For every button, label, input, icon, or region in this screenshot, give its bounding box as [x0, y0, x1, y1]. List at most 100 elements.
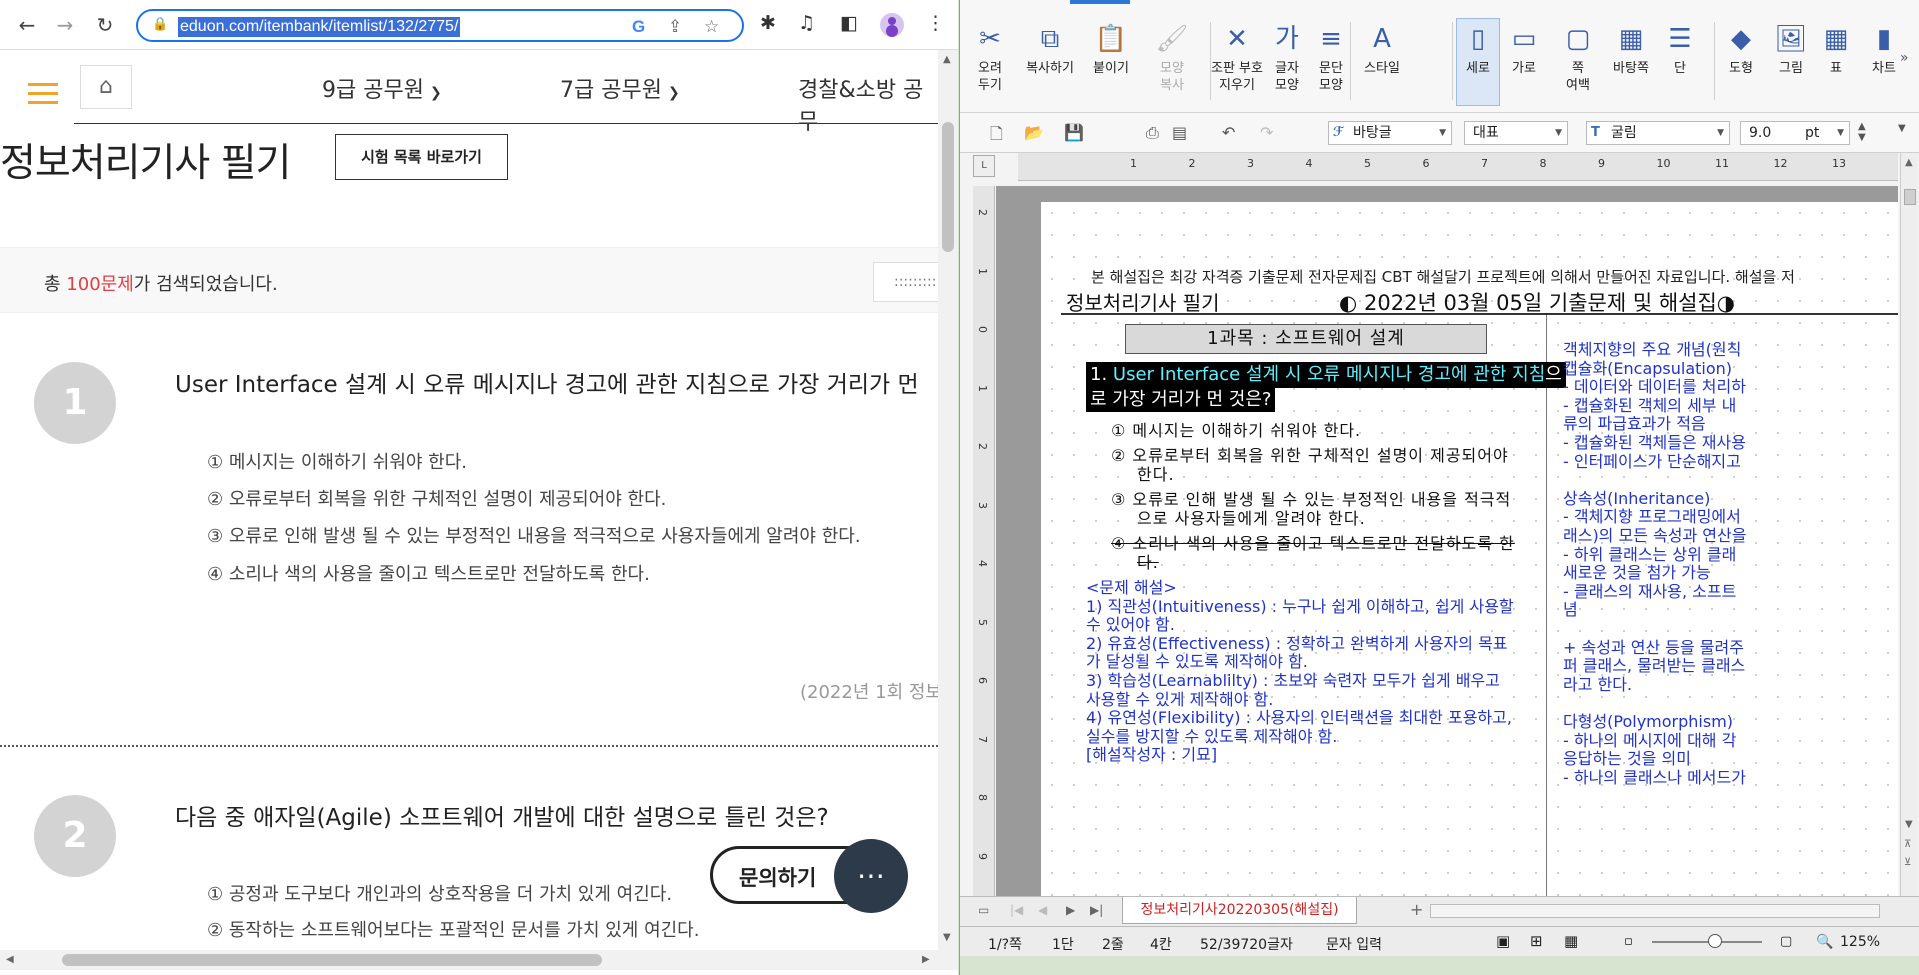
print-icon[interactable]: ⎙ [1146, 123, 1159, 143]
tab-last-icon[interactable]: ▶| [1090, 903, 1103, 917]
option-item[interactable]: ① 공정과 도구보다 개인과의 상호작용을 더 가치 있게 여긴다. [207, 880, 672, 906]
preview-icon[interactable]: ▤ [1172, 123, 1187, 142]
size-spin-icon[interactable]: ▲ ▼ [1858, 121, 1866, 143]
nav-menu-police-fire[interactable]: 경찰&소방 공무 [798, 72, 938, 136]
side-panel-icon[interactable]: ◧ [840, 12, 858, 34]
hamburger-menu-icon[interactable] [28, 83, 58, 105]
media-control-icon[interactable]: ♫ [798, 12, 815, 34]
redo-icon[interactable]: ↷ [1260, 123, 1273, 142]
style-combo[interactable]: ℱ 바탕글 ▼ [1328, 121, 1452, 145]
option-item[interactable]: ③ 오류로 인해 발생 될 수 있는 부정적인 내용을 적극적으로 사용자들에게… [207, 522, 861, 548]
ribbon-button[interactable]: ✂ 오려 두기 [966, 22, 1014, 94]
ribbon-button[interactable]: ▭ 가로 [1502, 22, 1546, 77]
option-item[interactable]: ② 동작하는 소프트웨어보다는 포괄적인 문서를 가치 있게 여긴다. [207, 916, 699, 942]
zoom-slider[interactable] [1652, 941, 1762, 943]
share-icon[interactable]: ⇪ [668, 17, 682, 37]
dropdown-arrow-icon: ▼ [1555, 128, 1562, 138]
scroll-up-icon[interactable]: ▲ [943, 54, 951, 65]
tab-first-icon[interactable]: |◀ [1010, 903, 1023, 917]
ribbon-button[interactable]: ▦ 표 [1816, 22, 1856, 77]
zoom-slider-knob[interactable] [1708, 934, 1722, 948]
option-item[interactable]: ① 메시지는 이해하기 쉬워야 한다. [207, 448, 467, 474]
ribbon-button[interactable]: A 스타일 [1354, 22, 1410, 77]
scrollbar-thumb[interactable] [1904, 189, 1916, 205]
tab-next-icon[interactable]: ▶ [1066, 903, 1075, 917]
address-bar[interactable]: 🔒 eduon.com/itembank/itemlist/132/2775/ … [136, 9, 744, 42]
ribbon-button[interactable]: ▢ 쪽 여백 [1552, 22, 1604, 94]
google-lens-icon[interactable]: G [632, 17, 645, 37]
status-page[interactable]: 1/?쪽 [988, 934, 1022, 954]
zoom-in-icon[interactable]: ▢ [1780, 934, 1792, 949]
open-folder-icon[interactable]: 📂 [1024, 123, 1044, 142]
ruler-corner[interactable]: L [973, 155, 995, 177]
bookmark-star-icon[interactable]: ☆ [704, 17, 719, 37]
document-horizontal-scrollbar[interactable] [1430, 904, 1880, 918]
new-document-icon[interactable]: 🗋 [990, 123, 1003, 150]
ruler-tick: 11 [1715, 157, 1729, 170]
ribbon-button[interactable]: ≡ 문단 모양 [1310, 22, 1352, 94]
vertical-ruler[interactable]: 2 1 0 1 2 3 4 5 6 7 8 9 [973, 186, 995, 896]
option-item[interactable]: ④ 소리나 색의 사용을 줄이고 텍스트로만 전달하도록 한다. [207, 560, 650, 586]
selected-question-line-2[interactable]: 로 가장 거리가 먼 것은? [1086, 388, 1276, 412]
scroll-right-icon[interactable]: ▶ [922, 954, 930, 965]
zoom-level[interactable]: 125% [1840, 934, 1880, 950]
nav-menu-7th-grade[interactable]: 7급 공무원 ❯ [560, 72, 680, 104]
tab-prev-icon[interactable]: ◀ [1038, 903, 1047, 917]
ribbon-button[interactable]: ▮ 차트 [1864, 22, 1904, 77]
ribbon-button[interactable]: ◆ 도형 [1720, 22, 1762, 77]
selected-question-line-1[interactable]: 1. User Interface 설계 시 오류 메시지나 경고에 관한 지침… [1086, 362, 1566, 388]
page-up-icon[interactable]: ⊼ [1904, 839, 1911, 850]
document-page[interactable]: 본 해설집은 최강 자격증 기출문제 전자문제집 CBT 해설달기 프로젝트에 … [1041, 202, 1898, 896]
font-size-combo[interactable]: 9.0 pt ▼ [1740, 121, 1850, 145]
ribbon-button[interactable]: ▯ 세로 [1456, 18, 1500, 106]
address-url[interactable]: eduon.com/itembank/itemlist/132/2775/ [178, 17, 461, 37]
ribbon-button[interactable]: 가 글자 모양 [1266, 22, 1308, 94]
scroll-down-icon[interactable]: ▼ [943, 932, 951, 943]
back-icon[interactable]: ← [14, 12, 40, 38]
sort-select[interactable]: ::::::::::: [873, 262, 938, 302]
extensions-icon[interactable]: ✱ [760, 12, 776, 34]
ribbon-expand-icon[interactable]: » [1900, 50, 1909, 66]
zoom-out-icon[interactable]: ▫ [1624, 934, 1633, 949]
ribbon-button[interactable]: ☰ 단 [1658, 22, 1702, 77]
font-combo[interactable]: T 굴림 ▼ [1586, 121, 1730, 145]
view-width-icon[interactable]: ⊞ [1530, 932, 1543, 950]
vertical-scrollbar[interactable]: ▲ ▼ [938, 50, 958, 950]
save-icon[interactable]: 💾 [1064, 123, 1084, 142]
home-button[interactable]: ⌂ [80, 65, 132, 109]
ribbon-button[interactable]: 🖼 그림 [1768, 22, 1814, 77]
scrollbar-thumb[interactable] [62, 954, 602, 966]
ribbon-label: 붙이기 [1093, 61, 1129, 76]
ribbon-icon: A [1373, 24, 1391, 54]
dropdown-arrow-icon: ▼ [1837, 128, 1844, 138]
scrollbar-thumb[interactable] [942, 122, 954, 252]
ribbon-button[interactable]: 📋 붙이기 [1080, 22, 1142, 77]
zoom-magnifier-icon[interactable]: 🔍 [1816, 934, 1833, 950]
ribbon-button[interactable]: ⧉ 복사하기 [1018, 22, 1082, 77]
profile-avatar[interactable] [880, 13, 904, 37]
document-tab[interactable]: 정보처리기사20220305(해설집) [1122, 897, 1357, 924]
reload-icon[interactable]: ↻ [92, 12, 118, 38]
scroll-left-icon[interactable]: ◀ [6, 954, 14, 965]
horizontal-scrollbar[interactable]: ◀ ▶ [0, 950, 958, 970]
exam-list-button[interactable]: 시험 목록 바로가기 [335, 134, 508, 180]
language-combo[interactable]: 대표 ▼ [1464, 121, 1568, 145]
add-tab-icon[interactable]: + [1410, 900, 1423, 919]
scroll-down-icon[interactable]: ▼ [1905, 819, 1913, 830]
ribbon-button[interactable]: ▦ 바탕쪽 [1600, 22, 1662, 77]
undo-icon[interactable]: ↶ [1222, 123, 1235, 142]
horizontal-ruler[interactable]: 1 2 3 4 5 6 7 8 9 10 11 12 13 [1018, 153, 1898, 181]
kebab-menu-icon[interactable]: ⋮ [926, 12, 945, 34]
document-vertical-scrollbar[interactable]: ▲ ▼ ⊼ ⊻ [1900, 153, 1918, 896]
chat-bubble-icon[interactable]: ⋯ [834, 839, 908, 913]
view-normal-icon[interactable]: ▣ [1496, 932, 1510, 950]
ribbon-button[interactable]: 🖌 모양 복사 [1146, 22, 1198, 94]
option-item[interactable]: ② 오류로부터 회복을 위한 구체적인 설명이 제공되어야 한다. [207, 485, 666, 511]
nav-menu-9th-grade[interactable]: 9급 공무원 ❯ [322, 72, 442, 104]
view-page-icon[interactable]: ▦ [1564, 932, 1578, 950]
forward-icon[interactable]: → [52, 12, 78, 38]
scroll-up-icon[interactable]: ▲ [1905, 157, 1913, 168]
tab-list-icon[interactable]: ▭ [978, 903, 989, 917]
toolbar-expand-icon[interactable]: ▼ [1898, 123, 1906, 134]
page-down-icon[interactable]: ⊻ [1904, 857, 1911, 868]
